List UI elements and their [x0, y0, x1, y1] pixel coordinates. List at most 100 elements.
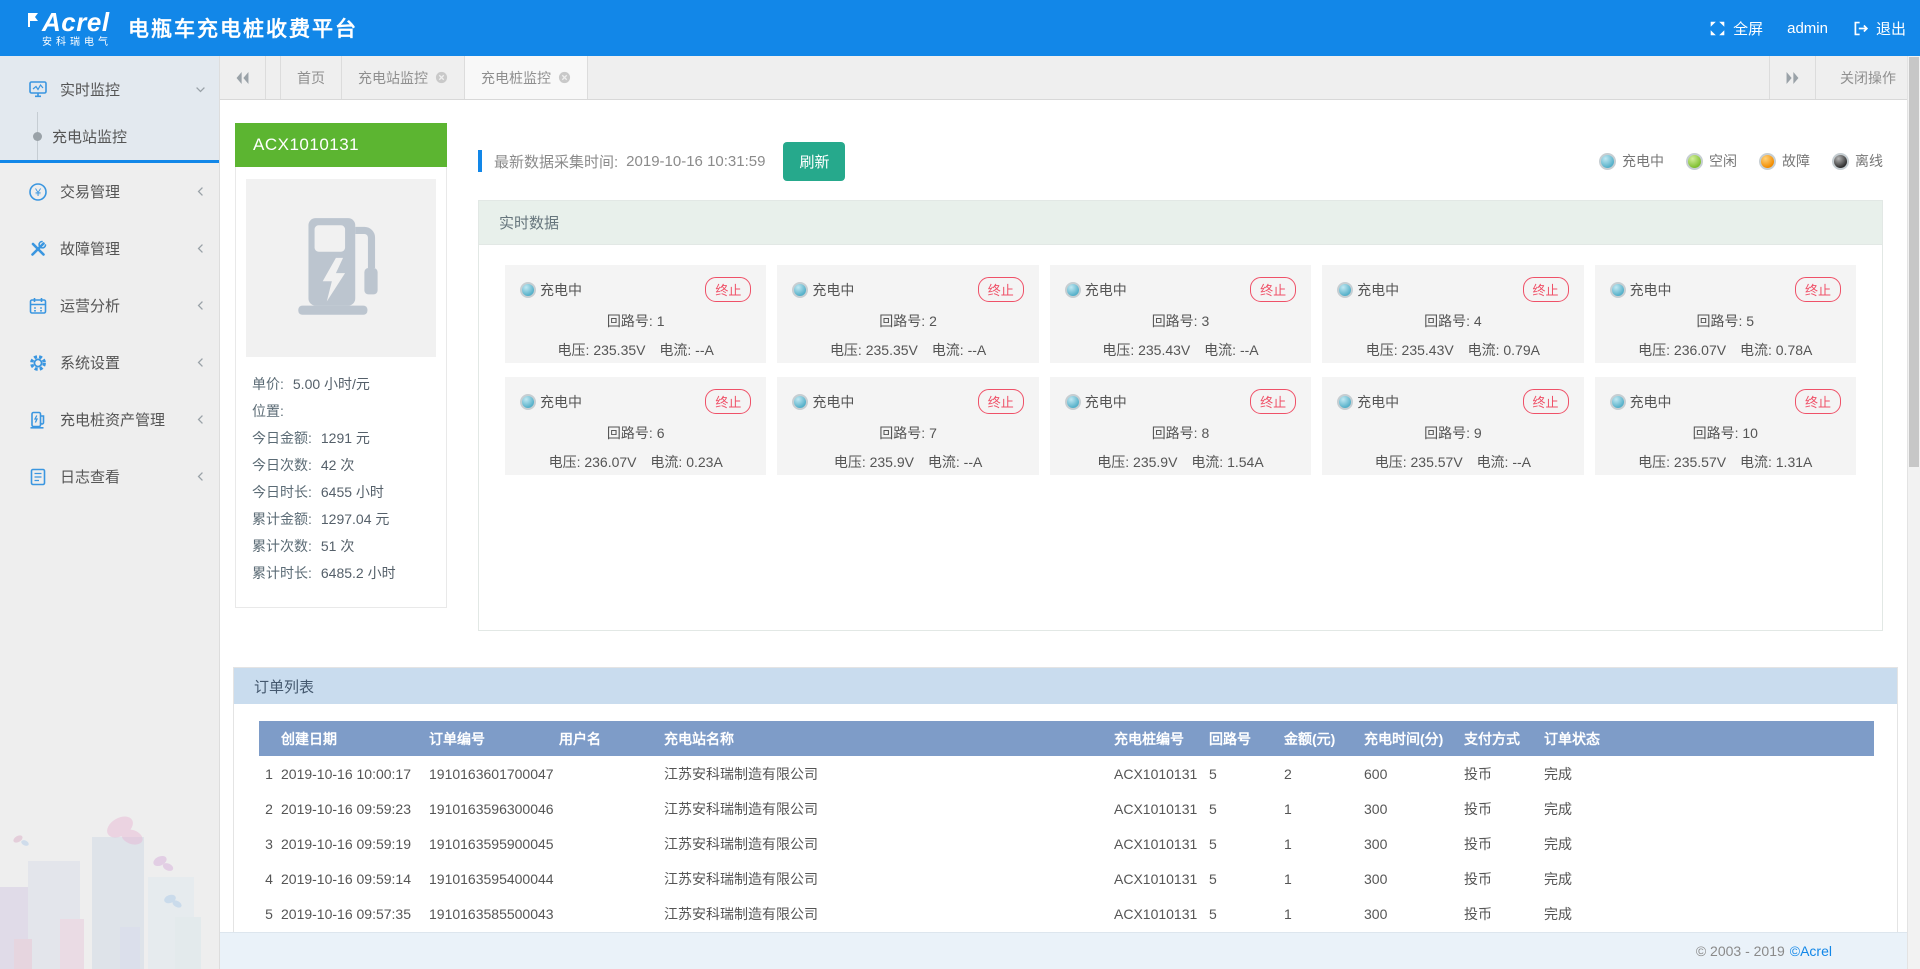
status-dot	[1610, 282, 1626, 298]
current-label: 电流:	[928, 454, 960, 470]
tab-close-icon[interactable]	[435, 71, 448, 84]
charging-pile-large-icon	[280, 207, 402, 329]
logout-button[interactable]: 退出	[1852, 18, 1906, 39]
sidebar-item-system-settings[interactable]: 系统设置	[0, 334, 219, 391]
sidebar-item-faults[interactable]: 故障管理	[0, 220, 219, 277]
legend-dot	[1686, 153, 1703, 170]
vertical-scrollbar[interactable]	[1907, 56, 1920, 969]
acrel-logo: Acrel 安科瑞电气	[26, 9, 112, 48]
circuit-label: 回路号:	[1424, 425, 1470, 441]
orders-col-header: 用户名	[557, 721, 662, 756]
sidebar-item-operations-analysis[interactable]: 运营分析	[0, 277, 219, 334]
tabs-scroll-left-button[interactable]	[220, 56, 266, 99]
sidebar-item-realtime-monitor[interactable]: 实时监控	[0, 66, 219, 112]
orders-panel: 订单列表 创建日期订单编号用户名充电站名称充电桩编号回路号金额(元)充电时间(分…	[233, 667, 1898, 932]
current-value: 1.31A	[1776, 454, 1813, 470]
refresh-button[interactable]: 刷新	[783, 142, 845, 181]
orders-panel-title: 订单列表	[234, 668, 1897, 704]
station-stat-row: 累计金额: 1297.04 元	[246, 506, 436, 533]
terminate-button[interactable]: 终止	[1795, 277, 1841, 302]
tab-station-monitor[interactable]: 充电站监控	[342, 56, 465, 99]
circuit-label: 回路号:	[879, 425, 925, 441]
station-stat-row: 位置:	[246, 398, 436, 425]
orders-header-row: 创建日期订单编号用户名充电站名称充电桩编号回路号金额(元)充电时间(分)支付方式…	[259, 721, 1874, 756]
voltage-value: 235.9V	[870, 454, 914, 470]
stat-value: 1297.04 元	[321, 506, 390, 533]
orders-table: 创建日期订单编号用户名充电站名称充电桩编号回路号金额(元)充电时间(分)支付方式…	[259, 721, 1874, 931]
legend-item: 故障	[1759, 151, 1810, 171]
stat-value: 51 次	[321, 533, 354, 560]
legend-dot	[1599, 153, 1616, 170]
current-label: 电流:	[659, 342, 691, 358]
sidebar-item-label: 故障管理	[60, 238, 120, 259]
circuit-no: 7	[929, 425, 937, 441]
tabs-scroll-right-button[interactable]	[1769, 56, 1815, 99]
footer-brand-link[interactable]: ©Acrel	[1790, 943, 1832, 959]
realtime-panel: 实时数据 充电中 终止 回路号: 1 电压: 235.35V 电流: --A 充…	[478, 200, 1883, 631]
main-content: ACX1010131 单价: 5.00 小时/元 位置: 今日金额:	[220, 100, 1920, 932]
circuit-card: 充电中 终止 回路号: 10 电压: 235.57V 电流: 1.31A	[1595, 377, 1856, 475]
current-label: 电流:	[1191, 454, 1223, 470]
station-stat-row: 单价: 5.00 小时/元	[246, 371, 436, 398]
status-dot	[1610, 394, 1626, 410]
terminate-button[interactable]: 终止	[1523, 277, 1569, 302]
legend-label: 空闲	[1709, 151, 1737, 171]
terminate-button[interactable]: 终止	[1250, 389, 1296, 414]
app-footer: © 2003 - 2019 ©Acrel	[220, 932, 1920, 969]
sidebar-item-pile-assets[interactable]: 充电桩资产管理	[0, 391, 219, 448]
terminate-button[interactable]: 终止	[1250, 277, 1296, 302]
terminate-button[interactable]: 终止	[978, 277, 1024, 302]
card-status-label: 充电中	[540, 392, 582, 412]
voltage-value: 236.07V	[584, 454, 636, 470]
current-label: 电流:	[1740, 342, 1772, 358]
submenu-dot-icon	[33, 132, 42, 141]
card-status-label: 充电中	[1357, 392, 1399, 412]
voltage-value: 236.07V	[1674, 342, 1726, 358]
order-row: 32019-10-16 09:59:191910163595900045江苏安科…	[259, 826, 1874, 861]
fullscreen-icon	[1709, 20, 1726, 37]
status-dot	[792, 282, 808, 298]
voltage-label: 电压:	[834, 454, 866, 470]
circuit-card: 充电中 终止 回路号: 2 电压: 235.35V 电流: --A	[777, 265, 1038, 363]
stat-label: 累计金额:	[252, 506, 312, 533]
voltage-value: 235.57V	[1674, 454, 1726, 470]
station-stat-row: 今日金额: 1291 元	[246, 425, 436, 452]
sidebar-item-station-monitor[interactable]: 充电站监控	[0, 112, 219, 160]
svg-text:¥: ¥	[34, 187, 42, 199]
circuit-card: 充电中 终止 回路号: 4 电压: 235.43V 电流: 0.79A	[1322, 265, 1583, 363]
card-status-label: 充电中	[812, 392, 854, 412]
current-value: --A	[968, 342, 987, 358]
orders-col-header: 充电站名称	[662, 721, 1112, 756]
realtime-panel-title: 实时数据	[479, 201, 1882, 245]
transaction-yuan-icon: ¥	[28, 182, 48, 202]
stat-label: 今日次数:	[252, 452, 312, 479]
tab-home[interactable]: 首页	[280, 56, 342, 99]
tab-pile-monitor[interactable]: 充电桩监控	[465, 56, 588, 99]
stat-value: 6455 小时	[321, 479, 384, 506]
terminate-button[interactable]: 终止	[705, 277, 751, 302]
gear-icon	[28, 353, 48, 373]
sidebar-item-logs[interactable]: 日志查看	[0, 448, 219, 505]
scrollbar-thumb[interactable]	[1909, 57, 1919, 467]
circuit-label: 回路号:	[879, 313, 925, 329]
circuit-label: 回路号:	[1693, 425, 1739, 441]
stat-label: 单价:	[252, 371, 284, 398]
sidebar-item-transactions[interactable]: ¥ 交易管理	[0, 163, 219, 220]
station-stat-row: 今日次数: 42 次	[246, 452, 436, 479]
current-value: --A	[1512, 454, 1531, 470]
status-dot	[1337, 394, 1353, 410]
terminate-button[interactable]: 终止	[1795, 389, 1841, 414]
current-value: --A	[1240, 342, 1259, 358]
terminate-button[interactable]: 终止	[1523, 389, 1569, 414]
chevron-left-icon	[194, 242, 207, 255]
terminate-button[interactable]: 终止	[705, 389, 751, 414]
tab-close-icon[interactable]	[558, 71, 571, 84]
circuit-label: 回路号:	[607, 313, 653, 329]
voltage-value: 235.9V	[1133, 454, 1177, 470]
circuit-no: 4	[1474, 313, 1482, 329]
close-operations-button[interactable]: 关闭操作	[1815, 56, 1920, 99]
fullscreen-button[interactable]: 全屏	[1709, 18, 1763, 39]
terminate-button[interactable]: 终止	[978, 389, 1024, 414]
circuit-no: 10	[1742, 425, 1758, 441]
username[interactable]: admin	[1787, 20, 1828, 37]
